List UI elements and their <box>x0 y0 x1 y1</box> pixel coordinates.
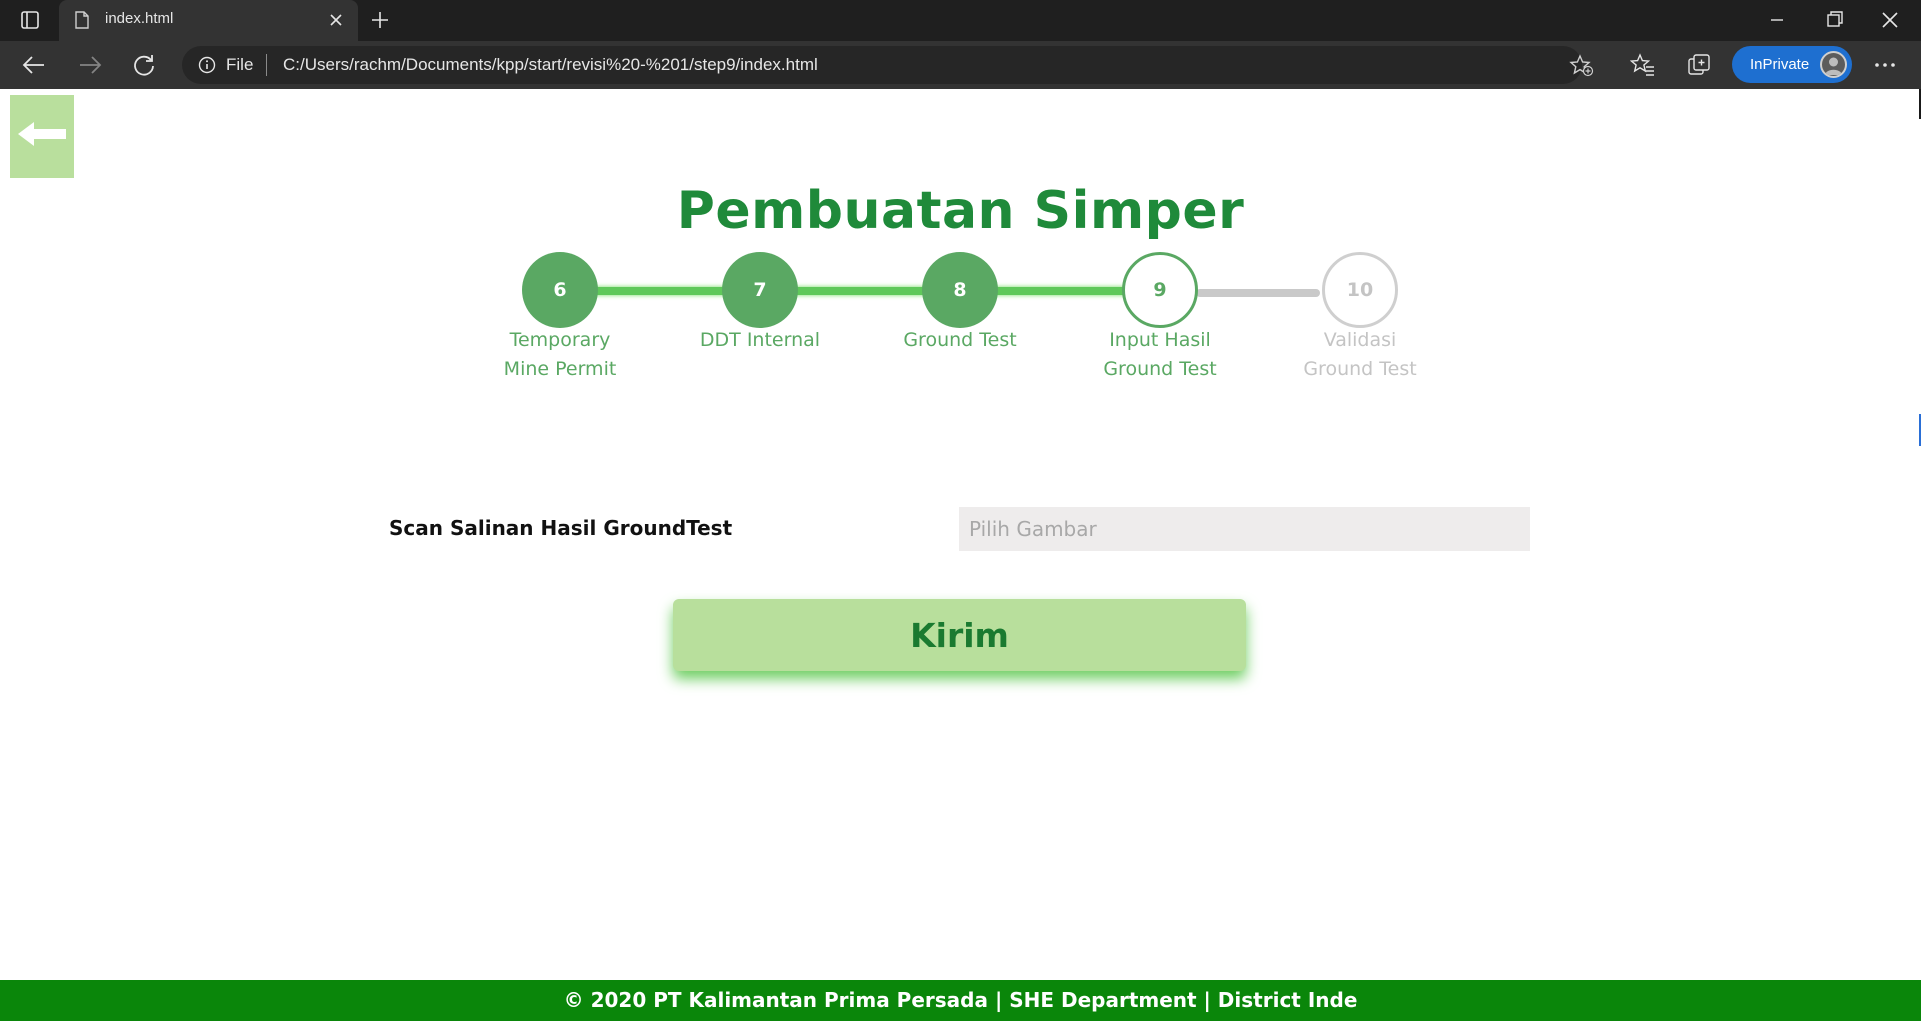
step-10-circle: 10 <box>1322 252 1398 328</box>
restore-icon[interactable] <box>1820 8 1848 32</box>
scan-upload-label: Scan Salinan Hasil GroundTest <box>389 516 733 540</box>
address-scheme: File <box>226 55 254 74</box>
tab-title: index.html <box>105 10 174 27</box>
more-options-icon[interactable] <box>1871 53 1899 77</box>
step-8-circle: 8 <box>922 252 998 328</box>
page-icon <box>75 11 89 29</box>
address-separator <box>266 54 267 76</box>
inprivate-label: InPrivate <box>1750 56 1810 73</box>
step-10-label-line1: Validasi <box>1323 329 1397 351</box>
step-9-circle: 9 <box>1122 252 1198 328</box>
progress-track-completed <box>560 287 1160 295</box>
step-10-label-line2: Ground Test <box>1303 358 1417 380</box>
left-arrow-icon <box>18 122 66 146</box>
new-tab-plus-icon[interactable] <box>368 8 392 32</box>
minimize-icon[interactable] <box>1763 10 1791 30</box>
step-8-label-line1: Ground Test <box>903 329 1017 351</box>
step-6-label-line2: Mine Permit <box>503 358 617 380</box>
step-9-label-line1: Input Hasil <box>1109 329 1211 351</box>
step-6-circle: 6 <box>522 252 598 328</box>
step-7-label: DDT Internal <box>660 326 860 355</box>
page-title: Pembuatan Simper <box>676 181 1245 241</box>
browser-tab[interactable]: index.html <box>59 0 358 41</box>
profile-avatar-icon <box>1820 51 1847 78</box>
browser-tab-bar: index.html <box>0 0 1921 41</box>
window-close-icon[interactable] <box>1875 6 1905 34</box>
step-10-label: Validasi Ground Test <box>1260 326 1460 384</box>
close-tab-icon[interactable] <box>327 11 345 29</box>
address-url[interactable]: C:/Users/rachm/Documents/kpp/start/revis… <box>283 55 818 75</box>
collections-icon[interactable] <box>1686 52 1712 78</box>
back-button[interactable] <box>10 95 74 178</box>
step-6-label-line1: Temporary <box>509 329 611 351</box>
inprivate-button[interactable]: InPrivate <box>1732 46 1852 83</box>
reload-icon[interactable] <box>130 52 158 78</box>
step-9-label: Input Hasil Ground Test <box>1060 326 1260 384</box>
browser-nav-bar: File C:/Users/rachm/Documents/kpp/start/… <box>0 41 1921 89</box>
step-8-label: Ground Test <box>860 326 1060 355</box>
step-7-label-line1: DDT Internal <box>699 329 821 351</box>
favorites-icon[interactable] <box>1629 52 1656 78</box>
file-upload-input[interactable]: Pilih Gambar <box>959 507 1530 551</box>
progress-stepper: 6 Temporary Mine Permit 7 DDT Internal 8… <box>0 250 1921 390</box>
forward-arrow-icon[interactable] <box>76 53 104 77</box>
info-icon[interactable] <box>198 56 216 74</box>
page-content: Pembuatan Simper 6 Temporary Mine Permit… <box>0 89 1921 1021</box>
step-6-label: Temporary Mine Permit <box>460 326 660 384</box>
add-favorite-icon[interactable] <box>1569 54 1595 78</box>
step-7-circle: 7 <box>722 252 798 328</box>
progress-track-remaining <box>1196 289 1320 297</box>
back-arrow-icon[interactable] <box>20 53 48 77</box>
step-9-label-line2: Ground Test <box>1103 358 1217 380</box>
footer: © 2020 PT Kalimantan Prima Persada | SHE… <box>0 980 1921 1021</box>
tab-actions-icon[interactable] <box>14 8 46 32</box>
submit-button[interactable]: Kirim <box>673 599 1246 671</box>
address-bar[interactable]: File C:/Users/rachm/Documents/kpp/start/… <box>182 46 1594 84</box>
